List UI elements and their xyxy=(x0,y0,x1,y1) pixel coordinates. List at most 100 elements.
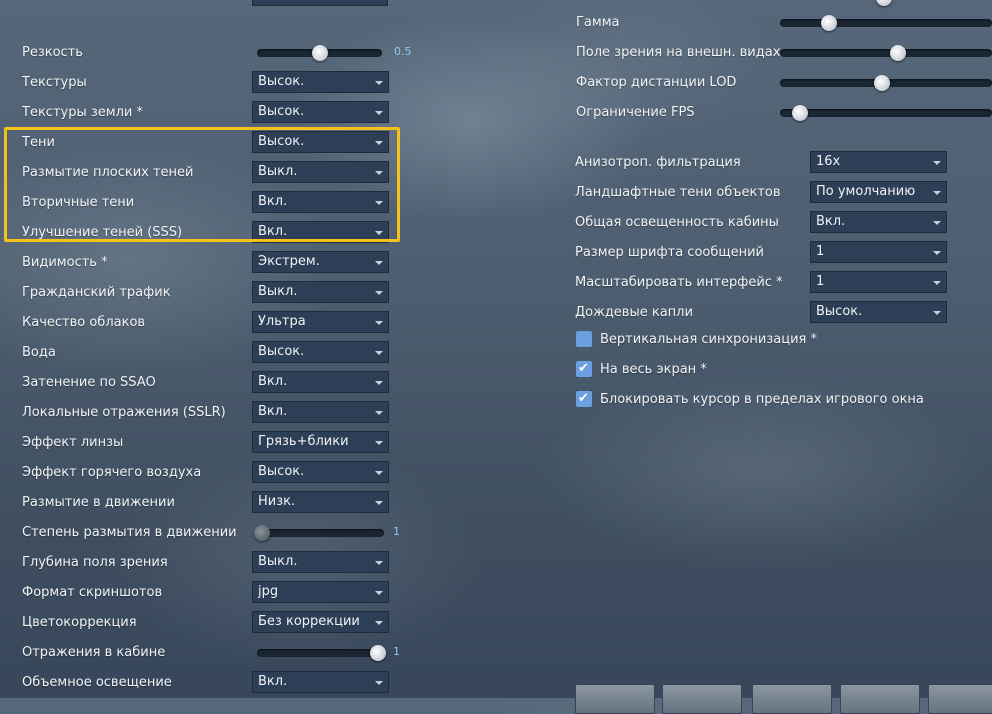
right-slider-knob-3[interactable] xyxy=(792,105,808,121)
checkbox-1[interactable]: ✔ xyxy=(576,361,592,377)
right-slider-knob-1[interactable] xyxy=(890,45,906,61)
left-setting-dropdown-10[interactable]: Вкл. xyxy=(252,371,389,393)
checkbox-2[interactable]: ✔ xyxy=(576,391,592,407)
setting-label: Размытие в движении xyxy=(22,495,175,510)
right-slider-knob-2[interactable] xyxy=(874,75,890,91)
dropdown-value: 1 xyxy=(816,274,825,289)
slider-label: Фактор дистанции LOD xyxy=(576,75,737,90)
chevron-down-icon xyxy=(933,161,941,165)
partial-slider-knob-top[interactable] xyxy=(876,0,892,6)
dropdown-value: Высок. xyxy=(258,464,305,479)
dropdown-partial-top[interactable] xyxy=(252,0,388,6)
checkmark-icon: ✔ xyxy=(578,391,589,406)
left-setting-dropdown-0[interactable]: Высок. xyxy=(252,71,389,93)
left-setting-dropdown-2-0[interactable]: Выкл. xyxy=(252,551,389,573)
chevron-down-icon xyxy=(375,591,383,595)
sharpness-slider-knob[interactable] xyxy=(312,45,328,61)
checkbox-label: Блокировать курсор в пределах игрового о… xyxy=(600,392,924,407)
chevron-down-icon xyxy=(375,621,383,625)
bottom-button-4[interactable] xyxy=(840,684,920,714)
cockpit-reflections-label: Отражения в кабине xyxy=(22,645,166,660)
left-setting-dropdown-9[interactable]: Высок. xyxy=(252,341,389,363)
setting-label: Затенение по SSAO xyxy=(22,375,156,390)
dropdown-value: Низк. xyxy=(258,494,296,509)
setting-label: Ландшафтные тени объектов xyxy=(575,185,781,200)
chevron-down-icon xyxy=(375,561,383,565)
chevron-down-icon xyxy=(375,501,383,505)
volumetric-lighting-label: Объемное освещение xyxy=(22,675,172,690)
left-setting-dropdown-6[interactable]: Экстрем. xyxy=(252,251,389,273)
chevron-down-icon xyxy=(375,261,383,265)
setting-label: Формат скриншотов xyxy=(22,585,163,600)
right-slider-3[interactable] xyxy=(780,109,992,117)
dropdown-value: Выкл. xyxy=(258,554,298,569)
bottom-button-5[interactable] xyxy=(928,684,992,714)
chevron-down-icon xyxy=(375,441,383,445)
chevron-down-icon xyxy=(375,411,383,415)
setting-label: Гражданский трафик xyxy=(22,285,171,300)
dropdown-value: Грязь+блики xyxy=(258,434,349,449)
motion-blur-strength-value: 1 xyxy=(393,525,400,538)
bottom-button-2[interactable] xyxy=(662,684,742,714)
motion-blur-strength-slider-knob[interactable] xyxy=(254,525,270,541)
left-setting-dropdown-8[interactable]: Ультра xyxy=(252,311,389,333)
setting-label: Эффект линзы xyxy=(22,435,124,450)
cockpit-reflections-slider[interactable] xyxy=(257,649,384,657)
left-setting-dropdown-13[interactable]: Высок. xyxy=(252,461,389,483)
checkbox-label: Вертикальная синхронизация * xyxy=(600,332,817,347)
checkbox-0[interactable] xyxy=(576,331,592,347)
left-setting-dropdown-7[interactable]: Выкл. xyxy=(252,281,389,303)
right-setting-dropdown-4[interactable]: 1 xyxy=(810,271,947,293)
setting-label: Размер шрифта сообщений xyxy=(575,245,765,260)
dropdown-value: Высок. xyxy=(258,344,305,359)
setting-label: Вода xyxy=(22,345,56,360)
slider-label: Поле зрения на внешн. видах xyxy=(576,45,781,60)
cockpit-reflections-slider-knob[interactable] xyxy=(370,645,386,661)
right-slider-knob-0[interactable] xyxy=(821,15,837,31)
chevron-down-icon xyxy=(933,221,941,225)
setting-label: Цветокоррекция xyxy=(22,615,137,630)
chevron-down-icon xyxy=(933,281,941,285)
setting-label: Анизотроп. фильтрация xyxy=(575,155,741,170)
setting-label: Видимость * xyxy=(22,255,108,270)
slider-label: Гамма xyxy=(576,15,620,30)
right-slider-1[interactable] xyxy=(780,49,992,57)
chevron-down-icon xyxy=(375,381,383,385)
slider-label: Ограничение FPS xyxy=(576,105,695,120)
setting-label: Качество облаков xyxy=(22,315,146,330)
right-setting-dropdown-2[interactable]: Вкл. xyxy=(810,211,947,233)
right-setting-dropdown-5[interactable]: Высок. xyxy=(810,301,947,323)
right-slider-0[interactable] xyxy=(780,19,992,27)
setting-label: Масштабировать интерфейс * xyxy=(575,275,783,290)
setting-label: Дождевые капли xyxy=(575,305,693,320)
bottom-button-1[interactable] xyxy=(575,684,655,714)
right-setting-dropdown-0[interactable]: 16x xyxy=(810,151,947,173)
dropdown-value: jpg xyxy=(258,584,279,599)
chevron-down-icon xyxy=(375,81,383,85)
dropdown-value: 1 xyxy=(816,244,825,259)
left-setting-dropdown-2-1[interactable]: jpg xyxy=(252,581,389,603)
volumetric-lighting-dropdown[interactable]: Вкл. xyxy=(252,671,389,693)
right-setting-dropdown-3[interactable]: 1 xyxy=(810,241,947,263)
sharpness-value: 0.5 xyxy=(394,45,412,58)
chevron-down-icon xyxy=(375,471,383,475)
left-setting-dropdown-2-2[interactable]: Без коррекции xyxy=(252,611,389,633)
chevron-down-icon xyxy=(375,321,383,325)
bottom-button-3[interactable] xyxy=(752,684,832,714)
dropdown-value: Выкл. xyxy=(258,284,298,299)
left-setting-dropdown-14[interactable]: Низк. xyxy=(252,491,389,513)
setting-label: Глубина поля зрения xyxy=(22,555,168,570)
chevron-down-icon xyxy=(375,291,383,295)
chevron-down-icon xyxy=(375,681,383,685)
dropdown-value: Без коррекции xyxy=(258,614,360,629)
chevron-down-icon xyxy=(375,111,383,115)
right-setting-dropdown-1[interactable]: По умолчанию xyxy=(810,181,947,203)
left-setting-dropdown-11[interactable]: Вкл. xyxy=(252,401,389,423)
sharpness-label: Резкость xyxy=(22,45,83,60)
left-setting-dropdown-12[interactable]: Грязь+блики xyxy=(252,431,389,453)
dropdown-value: Высок. xyxy=(258,74,305,89)
left-setting-dropdown-1[interactable]: Высок. xyxy=(252,101,389,123)
dropdown-value: Вкл. xyxy=(258,374,288,389)
dropdown-value: 16x xyxy=(816,154,841,169)
motion-blur-strength-slider[interactable] xyxy=(257,529,384,537)
